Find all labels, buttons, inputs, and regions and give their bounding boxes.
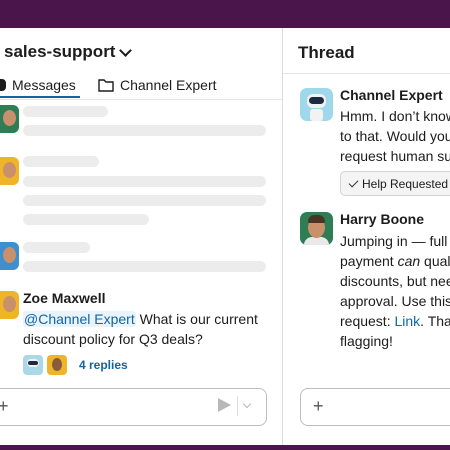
thread-message-author[interactable]: Channel Expert: [340, 87, 443, 103]
avatar[interactable]: [0, 242, 19, 270]
tab-channel-expert-label: Channel Expert: [120, 77, 217, 93]
message-placeholder: [23, 125, 266, 136]
send-separator: [237, 396, 238, 416]
channel-name: sales-support: [4, 42, 116, 61]
help-requested-button[interactable]: Help Requested: [340, 171, 450, 196]
tab-channel-expert[interactable]: Channel Expert: [98, 77, 217, 93]
chevron-down-icon: [119, 43, 133, 57]
plus-icon[interactable]: +: [313, 396, 324, 417]
thread-title: Thread: [298, 43, 355, 62]
message-placeholder: [23, 176, 266, 187]
message-placeholder: [23, 195, 266, 206]
pane-divider[interactable]: [282, 28, 283, 445]
checkmark-icon: [348, 177, 359, 187]
thread-header-divider: [283, 73, 450, 74]
mention-link[interactable]: @Channel Expert: [23, 311, 136, 327]
thread-message-line: request: Link. Than: [340, 313, 450, 329]
message-text: @Channel Expert What is our current disc…: [23, 309, 273, 349]
thread-participants[interactable]: [23, 355, 67, 375]
tab-messages-label: Messages: [12, 77, 76, 93]
top-bar: [0, 0, 450, 28]
send-icon[interactable]: [218, 398, 231, 412]
message-author[interactable]: Zoe Maxwell: [23, 290, 105, 306]
avatar[interactable]: [300, 88, 333, 121]
avatar[interactable]: [0, 157, 19, 185]
folder-icon: [98, 79, 114, 92]
thread-message-line: request human sup: [340, 148, 450, 164]
avatar[interactable]: [300, 212, 333, 245]
tab-messages[interactable]: Messages: [0, 77, 76, 93]
message-placeholder: [23, 214, 149, 225]
thread-message-line: flagging!: [340, 333, 393, 349]
channel-title[interactable]: sales-support: [4, 42, 133, 62]
message-placeholder: [23, 242, 90, 253]
thread-message-line: Hmm. I don’t know: [340, 108, 450, 124]
avatar: [23, 355, 43, 375]
plus-icon[interactable]: +: [0, 396, 9, 417]
thread-message-line: approval. Use this t: [340, 293, 450, 309]
active-tab-indicator: [0, 96, 80, 98]
message-placeholder: [23, 106, 108, 117]
avatar[interactable]: [0, 105, 19, 133]
help-requested-label: Help Requested: [362, 176, 449, 191]
speech-bubble-icon: [0, 79, 6, 91]
avatar: [47, 355, 67, 375]
replies-link[interactable]: 4 replies: [79, 358, 128, 372]
avatar[interactable]: [0, 291, 19, 319]
thread-message-line: to that. Would you: [340, 128, 450, 144]
thread-message-author[interactable]: Harry Boone: [340, 211, 424, 227]
request-link[interactable]: Link: [394, 313, 420, 329]
tabs-divider: [0, 99, 282, 100]
message-placeholder: [23, 156, 99, 167]
message-placeholder: [23, 261, 266, 272]
thread-message-line: payment can qualif: [340, 253, 450, 269]
bottom-bar: [0, 445, 450, 450]
thread-message-line: discounts, but need: [340, 273, 450, 289]
thread-message-line: Jumping in — full u: [340, 233, 450, 249]
